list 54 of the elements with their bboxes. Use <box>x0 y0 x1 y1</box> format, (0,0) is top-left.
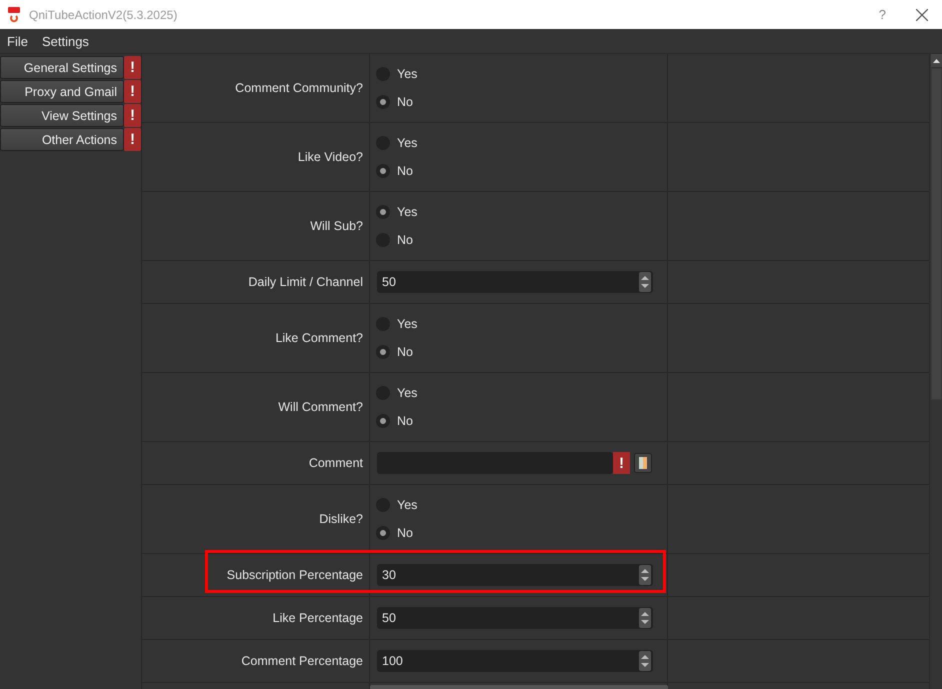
field-label: Daily Limit / Channel <box>248 275 363 289</box>
radio-label: Yes <box>397 317 418 331</box>
sidebar-button[interactable]: Other Actions <box>0 128 124 151</box>
spin-arrows-icon[interactable] <box>639 272 651 292</box>
help-button[interactable]: ? <box>878 7 886 22</box>
menu-item[interactable]: File <box>7 34 28 48</box>
spin-arrows-icon[interactable] <box>639 565 651 585</box>
field-label: Comment Community? <box>235 81 363 95</box>
radio-label: No <box>397 164 413 178</box>
app-icon <box>7 6 21 22</box>
warning-badge: ! <box>613 452 630 474</box>
number-field[interactable]: 100 <box>377 650 653 672</box>
spin-arrows-icon[interactable] <box>639 651 651 671</box>
sidebar-button[interactable]: General Settings <box>0 56 124 79</box>
radio-button[interactable] <box>376 95 390 109</box>
radio-label: No <box>397 233 413 247</box>
menu-item[interactable]: Settings <box>42 34 89 48</box>
radio-button[interactable] <box>376 414 390 428</box>
number-field[interactable]: 50 <box>377 607 653 629</box>
number-field[interactable]: 50 <box>377 271 653 293</box>
radio-label: Yes <box>397 386 418 400</box>
scroll-up-icon[interactable] <box>930 54 942 67</box>
radio-button[interactable] <box>376 164 390 178</box>
radio-label: No <box>397 526 413 540</box>
radio-label: No <box>397 95 413 109</box>
radio-button[interactable] <box>376 345 390 359</box>
field-label: Like Video? <box>298 150 363 164</box>
field-label: Will Sub? <box>310 219 363 233</box>
radio-label: No <box>397 345 413 359</box>
warning-badge: ! <box>124 80 141 103</box>
close-icon[interactable] <box>916 8 928 20</box>
warning-badge: ! <box>124 56 141 79</box>
field-label: Dislike? <box>319 512 363 526</box>
radio-label: Yes <box>397 67 418 81</box>
radio-button[interactable] <box>376 526 390 540</box>
warning-badge: ! <box>124 128 141 151</box>
radio-button[interactable] <box>376 205 390 219</box>
field-label: Comment Percentage <box>241 654 363 668</box>
field-label: Subscription Percentage <box>226 568 363 582</box>
field-label: Will Comment? <box>278 400 363 414</box>
radio-label: Yes <box>397 205 418 219</box>
radio-label: Yes <box>397 136 418 150</box>
field-label: Comment <box>308 456 363 470</box>
number-field[interactable]: 30 <box>377 564 653 586</box>
spin-arrows-icon[interactable] <box>639 608 651 628</box>
sidebar-button[interactable]: View Settings <box>0 104 124 127</box>
radio-label: No <box>397 414 413 428</box>
warning-badge: ! <box>124 104 141 127</box>
file-icon[interactable] <box>634 453 652 473</box>
field-label: Like Comment? <box>275 331 363 345</box>
radio-label: Yes <box>397 498 418 512</box>
field-label: Like Percentage <box>272 611 363 625</box>
window-title: QniTubeActionV2(5.3.2025) <box>29 8 178 22</box>
sidebar-button[interactable]: Proxy and Gmail <box>0 80 124 103</box>
